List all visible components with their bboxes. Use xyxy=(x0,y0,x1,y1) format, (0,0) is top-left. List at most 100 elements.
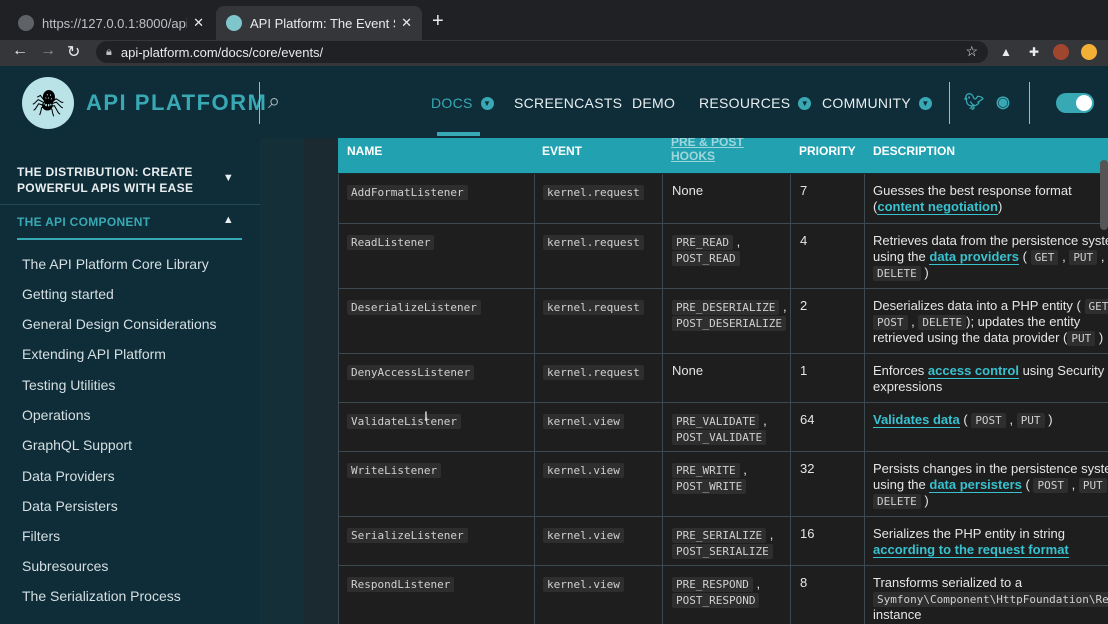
active-menu-indicator xyxy=(437,132,480,136)
table-header: NAME EVENT PRE & POST HOOKS PRIORITY DES… xyxy=(338,138,1108,173)
hooks-value: PRE_WRITE , POST_WRITE xyxy=(672,462,747,494)
twitter-icon[interactable]: 🐦︎ xyxy=(964,92,984,112)
listener-name: WriteListener xyxy=(347,463,442,478)
listener-name: AddFormatListener xyxy=(347,185,468,200)
column-header-description: DESCRIPTION xyxy=(873,144,956,158)
event-name: kernel.request xyxy=(543,185,644,200)
priority-value: 32 xyxy=(800,461,815,476)
event-name: kernel.view xyxy=(543,463,624,478)
site-header: 🕷︎ API PLATFORM ⌕ DOCS ▼ SCREENCASTS DEM… xyxy=(0,66,1108,138)
sidebar-item-design-considerations[interactable]: General Design Considerations xyxy=(22,316,217,332)
docs-sidebar: THE DISTRIBUTION: CREATE POWERFUL APIS W… xyxy=(0,138,260,624)
description: Guesses the best response format (conten… xyxy=(873,183,1072,215)
sidebar-item-testing[interactable]: Testing Utilities xyxy=(22,377,115,393)
sidebar-item-data-providers[interactable]: Data Providers xyxy=(22,468,115,484)
event-name: kernel.view xyxy=(543,577,624,592)
hooks-value: PRE_RESPOND , POST_RESPOND xyxy=(672,576,760,608)
hooks-value: PRE_VALIDATE , POST_VALIDATE xyxy=(672,413,767,445)
doc-content: NAME EVENT PRE & POST HOOKS PRIORITY DES… xyxy=(304,138,1108,624)
description: Validates data ( POST , PUT ) xyxy=(873,412,1053,428)
menu-resources[interactable]: RESOURCES ▼ xyxy=(699,95,812,111)
hooks-value: None xyxy=(672,363,704,378)
link-validates-data[interactable]: Validates data xyxy=(873,412,960,428)
menu-label: DEMO xyxy=(632,95,676,111)
divider xyxy=(1029,82,1030,124)
menu-docs[interactable]: DOCS ▼ xyxy=(431,95,494,111)
menu-label: DOCS xyxy=(431,95,473,111)
table-row: SerializeListener kernel.view PRE_SERIAL… xyxy=(338,517,1108,566)
link-data-providers[interactable]: data providers xyxy=(929,249,1019,265)
listener-name: DeserializeListener xyxy=(347,300,481,315)
spider-logo-icon[interactable]: 🕷︎ xyxy=(22,77,74,129)
sidebar-item-graphql[interactable]: GraphQL Support xyxy=(22,437,132,453)
browser-tab-bar: https://127.0.0.1:8000/api/users ✕ API P… xyxy=(0,0,1108,40)
lock-icon: 🔒︎ xyxy=(106,45,112,58)
toggle-knob xyxy=(1076,95,1092,111)
chevron-down-icon: ▼ xyxy=(798,96,812,110)
sidebar-item-extending[interactable]: Extending API Platform xyxy=(22,346,166,362)
column-header-hooks: PRE & POST HOOKS xyxy=(671,138,744,163)
avatar[interactable] xyxy=(1053,44,1069,60)
sidebar-item-filters[interactable]: Filters xyxy=(22,528,60,544)
theme-toggle[interactable] xyxy=(1056,93,1094,113)
table-row: DenyAccessListener kernel.request None 1… xyxy=(338,354,1108,403)
content-gutter xyxy=(260,138,304,624)
description: Transforms serialized to a Symfony\Compon… xyxy=(873,575,1108,623)
menu-screencasts[interactable]: SCREENCASTS xyxy=(514,95,622,111)
back-arrow-icon[interactable]: ← xyxy=(12,42,28,60)
scrollbar[interactable] xyxy=(1100,160,1108,230)
section-label: THE API COMPONENT xyxy=(17,215,151,229)
sidebar-item-getting-started[interactable]: Getting started xyxy=(22,286,114,302)
column-header-event: EVENT xyxy=(542,144,583,158)
extension-flame-icon[interactable]: ▲ xyxy=(998,44,1014,60)
link-request-format[interactable]: according to the request format xyxy=(873,542,1069,558)
table-row: RespondListener kernel.view PRE_RESPOND … xyxy=(338,566,1108,624)
brand-name[interactable]: API PLATFORM xyxy=(86,90,267,116)
menu-demo[interactable]: DEMO xyxy=(632,95,675,111)
search-icon[interactable]: ⌕ xyxy=(268,88,280,114)
menu-community[interactable]: COMMUNITY ▼ xyxy=(822,95,933,111)
close-icon[interactable]: ✕ xyxy=(193,15,204,31)
link-data-persisters[interactable]: data persisters xyxy=(929,477,1022,493)
star-icon[interactable]: ☆ xyxy=(965,43,978,60)
tab-title: https://127.0.0.1:8000/api/users xyxy=(42,15,187,31)
new-tab-icon[interactable]: + xyxy=(432,10,444,33)
forward-arrow-icon[interactable]: → xyxy=(40,42,56,60)
github-icon[interactable]: ◉ xyxy=(996,92,1010,112)
sidebar-item-serialization[interactable]: The Serialization Process xyxy=(22,588,181,604)
table-row: ValidateListener kernel.view PRE_VALIDAT… xyxy=(338,403,1108,452)
sidebar-section-distribution[interactable]: THE DISTRIBUTION: CREATE POWERFUL APIS W… xyxy=(0,164,260,204)
browser-tab-events[interactable]: API Platform: The Event System ✕ xyxy=(216,6,422,40)
browser-tab-users[interactable]: https://127.0.0.1:8000/api/users ✕ xyxy=(8,6,214,40)
url-input[interactable]: 🔒︎ api-platform.com/docs/core/events/ ☆ xyxy=(96,41,988,63)
priority-value: 2 xyxy=(800,298,808,313)
sidebar-item-operations[interactable]: Operations xyxy=(22,407,90,423)
event-name: kernel.request xyxy=(543,365,644,380)
column-header-priority: PRIORITY xyxy=(799,144,856,158)
table-row: ReadListener kernel.request PRE_READ , PO… xyxy=(338,224,1108,289)
text-cursor-icon: I xyxy=(424,408,428,424)
priority-value: 1 xyxy=(800,363,808,378)
section-underline xyxy=(17,238,242,240)
event-name: kernel.view xyxy=(543,528,624,543)
link-access-control[interactable]: access control xyxy=(927,363,1019,379)
url-text: api-platform.com/docs/core/events/ xyxy=(120,44,324,60)
sidebar-item-core-library[interactable]: The API Platform Core Library xyxy=(22,256,209,272)
listener-name: SerializeListener xyxy=(347,528,468,543)
description: Persists changes in the persistence syst… xyxy=(873,461,1108,509)
event-name: kernel.request xyxy=(543,235,644,250)
description: Serializes the PHP entity in string acco… xyxy=(873,526,1069,558)
profile-badge-icon[interactable] xyxy=(1081,44,1097,60)
priority-value: 16 xyxy=(800,526,815,541)
sidebar-item-subresources[interactable]: Subresources xyxy=(22,558,108,574)
sidebar-item-data-persisters[interactable]: Data Persisters xyxy=(22,498,118,514)
close-icon[interactable]: ✕ xyxy=(401,15,412,31)
divider xyxy=(0,204,260,205)
sidebar-section-api-component[interactable]: THE API COMPONENT ▲ xyxy=(0,214,260,234)
listener-name: RespondListener xyxy=(347,577,455,592)
tab-title: API Platform: The Event System xyxy=(250,15,395,31)
reload-icon[interactable]: ↻ xyxy=(67,42,80,62)
link-content-negotiation[interactable]: content negotiation xyxy=(877,199,998,215)
description: Enforces access control using Security e… xyxy=(873,363,1105,394)
puzzle-icon[interactable]: ✚ xyxy=(1026,44,1042,60)
